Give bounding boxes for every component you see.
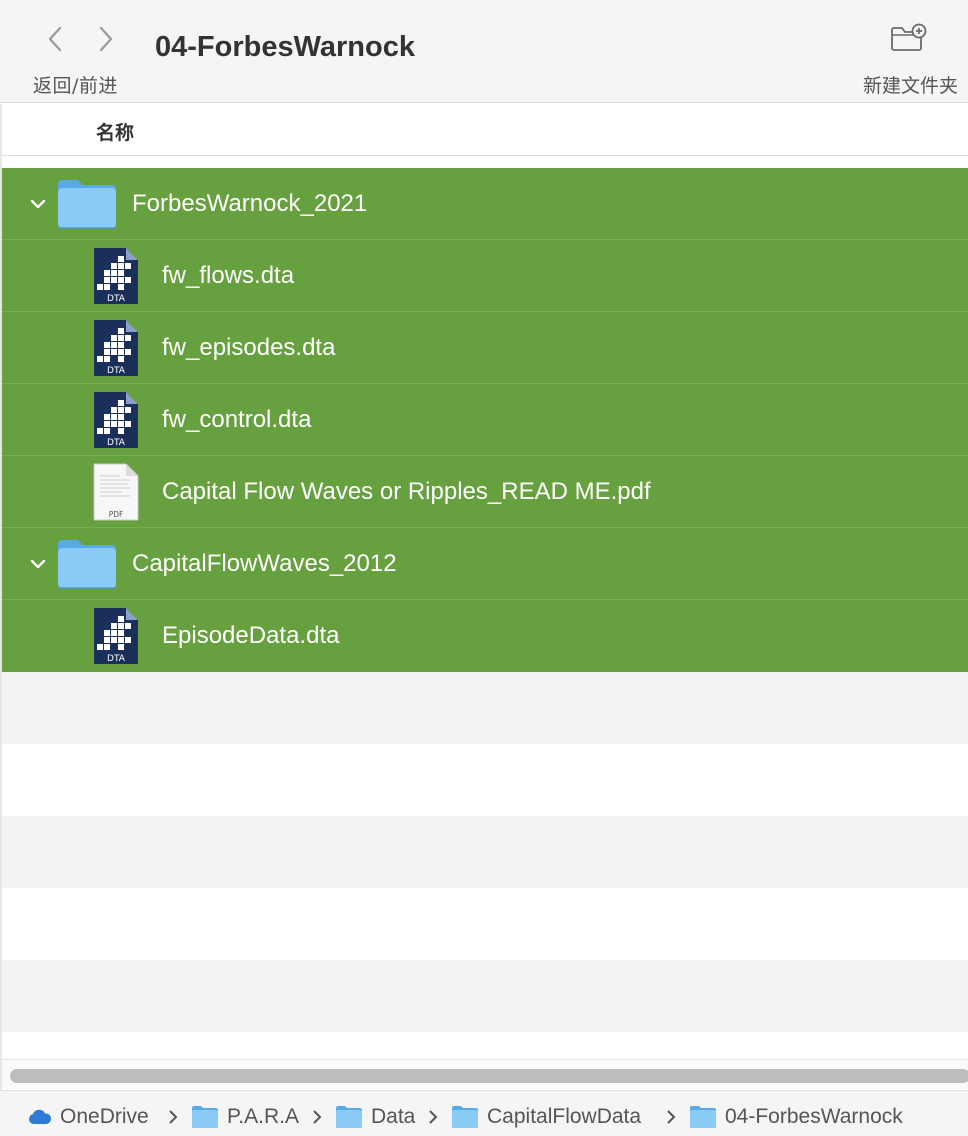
file-name: fw_control.dta	[162, 406, 312, 433]
path-item-para[interactable]: P.A.R.A	[191, 1105, 299, 1129]
file-name: ForbesWarnock_2021	[132, 190, 368, 217]
list-item[interactable]: DTA EpisodeData.dta	[2, 600, 968, 672]
file-name: Capital Flow Waves or Ripples_READ ME.pd…	[162, 478, 651, 505]
folder-icon	[192, 1106, 218, 1128]
list-item[interactable]: ForbesWarnock_2021	[2, 168, 968, 240]
pdf-badge: PDF	[109, 510, 124, 519]
path-item-capitalflowdata[interactable]: CapitalFlowData	[451, 1105, 641, 1129]
chevron-left-icon	[48, 26, 62, 52]
nav-caption: 返回/前进	[33, 75, 118, 97]
empty-row	[2, 816, 968, 888]
dta-file-icon: DTA	[94, 248, 138, 304]
folder-icon	[336, 1106, 362, 1128]
pdf-file-icon: PDF	[93, 463, 139, 521]
path-item-onedrive[interactable]: OneDrive	[28, 1105, 149, 1129]
file-name: fw_episodes.dta	[162, 334, 336, 361]
empty-row	[2, 960, 968, 1032]
onedrive-cloud-icon	[28, 1109, 52, 1124]
column-header: 名称	[0, 104, 968, 156]
dta-badge: DTA	[107, 294, 126, 304]
dta-badge: DTA	[107, 654, 126, 664]
file-name: CapitalFlowWaves_2012	[132, 550, 397, 577]
folder-plus-icon	[891, 23, 927, 51]
dta-badge: DTA	[107, 438, 126, 448]
path-item-data[interactable]: Data	[335, 1105, 415, 1129]
dta-badge: DTA	[107, 366, 126, 376]
dta-file-icon: DTA	[94, 608, 138, 664]
path-item-forbeswarnock[interactable]: 04-ForbesWarnock	[689, 1105, 903, 1129]
chevron-right-icon	[313, 1110, 322, 1124]
file-name: EpisodeData.dta	[162, 622, 340, 649]
list-item[interactable]: DTA fw_episodes.dta	[2, 312, 968, 384]
toolbar: 返回/前进 04-ForbesWarnock 新建文件夹	[0, 0, 968, 103]
chevron-right-icon	[429, 1110, 438, 1124]
scrollbar-thumb[interactable]	[10, 1069, 968, 1083]
empty-row	[2, 888, 968, 960]
new-folder-caption: 新建文件夹	[862, 75, 958, 97]
new-folder-button[interactable]	[884, 18, 932, 58]
chevron-down-icon[interactable]	[28, 194, 48, 214]
chevron-right-icon	[169, 1110, 178, 1124]
empty-row	[2, 672, 968, 744]
list-item[interactable]: DTA fw_flows.dta	[2, 240, 968, 312]
chevron-right-icon	[667, 1110, 676, 1124]
path-item-label: CapitalFlowData	[487, 1105, 642, 1128]
path-bar: OneDrive P.A.R.A Data CapitalFlowData 04…	[0, 1090, 968, 1136]
folder-icon	[690, 1106, 716, 1128]
forward-button[interactable]	[89, 22, 123, 56]
folder-icon	[452, 1106, 478, 1128]
file-name: fw_flows.dta	[162, 262, 295, 289]
horizontal-scrollbar[interactable]	[2, 1059, 968, 1089]
path-item-label: P.A.R.A	[227, 1105, 299, 1128]
empty-row	[2, 744, 968, 816]
list-item[interactable]: CapitalFlowWaves_2012	[2, 528, 968, 600]
column-name-header[interactable]: 名称	[96, 118, 134, 145]
window-title: 04-ForbesWarnock	[155, 31, 415, 63]
folder-icon	[58, 540, 116, 589]
list-item[interactable]: PDF Capital Flow Waves or Ripples_READ M…	[2, 456, 968, 528]
chevron-right-icon	[99, 26, 113, 52]
path-item-label: Data	[371, 1105, 416, 1128]
back-button[interactable]	[38, 22, 72, 56]
file-list: ForbesWarnock_2021 DTA fw_flows.dta DTA …	[2, 168, 968, 672]
chevron-down-icon[interactable]	[28, 554, 48, 574]
folder-icon	[58, 180, 116, 229]
dta-file-icon: DTA	[94, 392, 138, 448]
path-item-label: OneDrive	[60, 1105, 149, 1128]
list-item[interactable]: DTA fw_control.dta	[2, 384, 968, 456]
path-item-label: 04-ForbesWarnock	[725, 1105, 903, 1128]
dta-file-icon: DTA	[94, 320, 138, 376]
